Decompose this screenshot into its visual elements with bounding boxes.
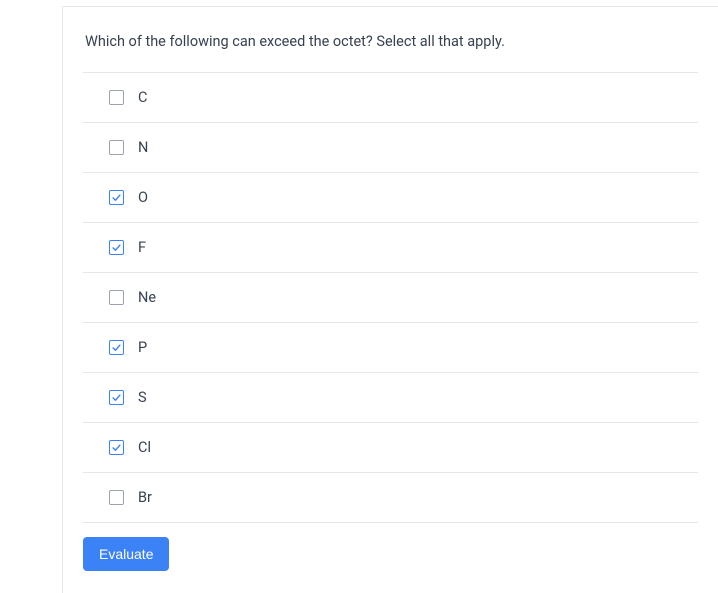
option-label: C (138, 89, 147, 106)
check-icon (111, 342, 122, 353)
option-row: N (83, 123, 698, 173)
option-label: F (138, 239, 146, 256)
option-label: N (138, 139, 148, 156)
option-label: S (138, 389, 147, 406)
question-text: Which of the following can exceed the oc… (83, 33, 698, 50)
option-row: Ne (83, 273, 698, 323)
check-icon (111, 442, 122, 453)
option-row: C (83, 73, 698, 123)
option-row: Cl (83, 423, 698, 473)
option-label: O (138, 189, 148, 206)
checkbox-ne[interactable] (109, 290, 124, 305)
checkbox-c[interactable] (109, 90, 124, 105)
check-icon (111, 242, 122, 253)
option-row: O (83, 173, 698, 223)
option-label: Ne (138, 289, 156, 306)
checkbox-f[interactable] (109, 240, 124, 255)
option-label: Br (138, 489, 152, 506)
checkbox-s[interactable] (109, 390, 124, 405)
checkbox-br[interactable] (109, 490, 124, 505)
checkbox-cl[interactable] (109, 440, 124, 455)
check-icon (111, 392, 122, 403)
evaluate-button[interactable]: Evaluate (83, 537, 169, 571)
checkbox-p[interactable] (109, 340, 124, 355)
option-row: P (83, 323, 698, 373)
option-label: P (138, 339, 147, 356)
option-row: S (83, 373, 698, 423)
checkbox-n[interactable] (109, 140, 124, 155)
option-row: Br (83, 473, 698, 523)
option-label: Cl (138, 439, 151, 456)
option-list: C N O F Ne (83, 72, 698, 523)
option-row: F (83, 223, 698, 273)
check-icon (111, 192, 122, 203)
question-panel: Which of the following can exceed the oc… (62, 6, 718, 593)
checkbox-o[interactable] (109, 190, 124, 205)
